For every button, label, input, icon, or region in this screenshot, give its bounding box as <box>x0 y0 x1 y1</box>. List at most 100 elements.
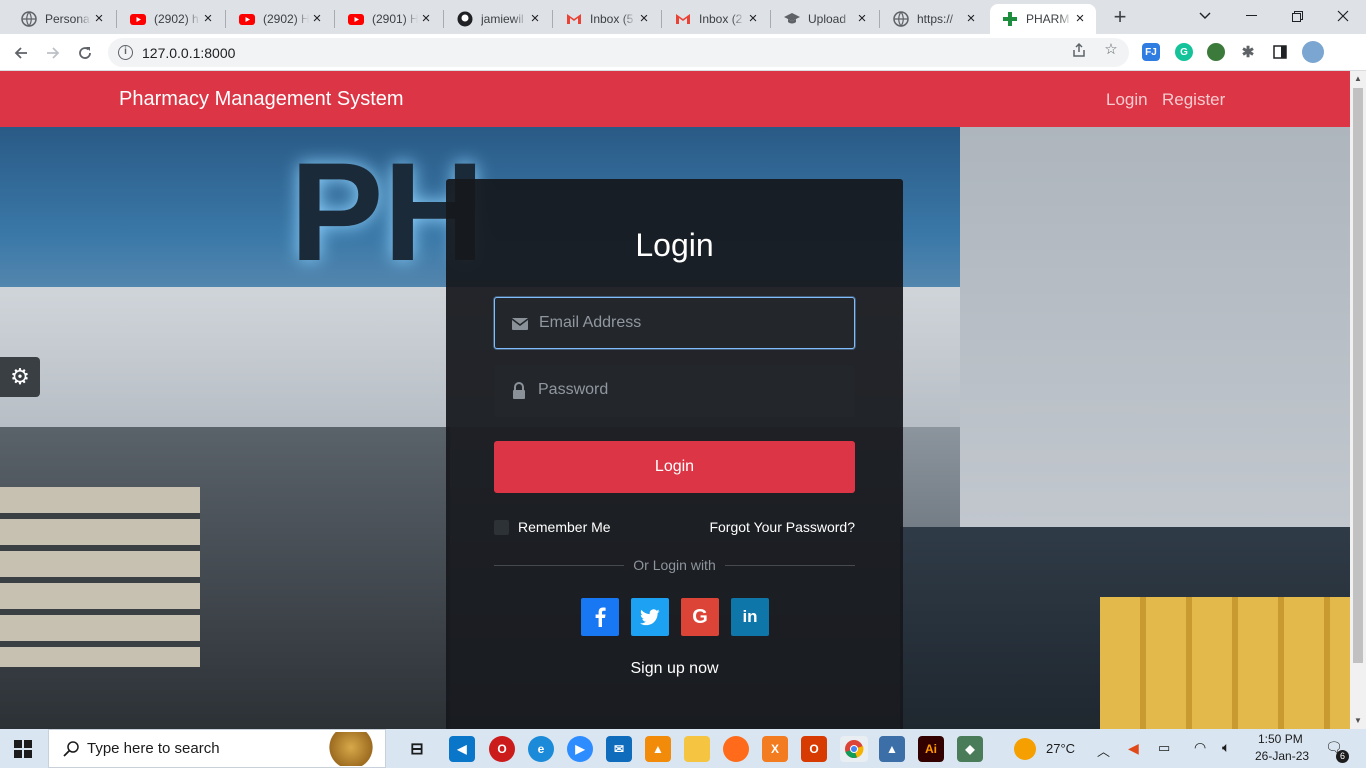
firefox-icon[interactable] <box>723 736 749 762</box>
restore-icon[interactable] <box>1274 0 1320 32</box>
browser-tab[interactable]: PHARM × <box>990 4 1096 34</box>
browser-tab[interactable]: Upload × <box>772 4 878 34</box>
close-tab-icon[interactable]: × <box>854 11 870 27</box>
login-submit-button[interactable]: Login <box>494 441 855 493</box>
task-view-icon[interactable]: ⊟ <box>404 736 430 762</box>
site-brand[interactable]: Pharmacy Management System <box>119 88 404 111</box>
file-explorer-icon[interactable] <box>684 736 710 762</box>
battery-icon[interactable]: ▭ <box>1158 740 1170 756</box>
scroll-up-arrow[interactable]: ▲ <box>1350 71 1366 87</box>
grammarly-icon[interactable]: G <box>1175 43 1193 61</box>
tab-title: (2901) H <box>372 12 418 26</box>
close-tab-icon[interactable]: × <box>963 11 979 27</box>
nav-login-link[interactable]: Login <box>1106 90 1148 110</box>
minimize-icon[interactable] <box>1228 0 1274 32</box>
wifi-icon[interactable]: ◠ <box>1194 739 1206 756</box>
browser-tab[interactable]: https:// × <box>881 4 987 34</box>
extensions-puzzle-icon[interactable]: ✱ <box>1239 43 1257 61</box>
browser-tab[interactable]: (2902) h × <box>118 4 224 34</box>
close-tab-icon[interactable]: × <box>91 11 107 27</box>
close-tab-icon[interactable]: × <box>1072 11 1088 27</box>
password-input[interactable] <box>538 365 838 415</box>
app-diamond-icon[interactable]: ◆ <box>957 736 983 762</box>
share-icon[interactable] <box>1071 42 1087 58</box>
linkedin-login-button[interactable]: in <box>731 598 769 636</box>
search-highlight-image[interactable] <box>327 732 375 766</box>
close-window-icon[interactable] <box>1320 0 1366 32</box>
signup-link[interactable]: Sign up now <box>446 660 903 678</box>
clock-date[interactable]: 26-Jan-23 <box>1255 749 1309 763</box>
remember-me-label[interactable]: Remember Me <box>518 519 611 535</box>
email-field[interactable] <box>494 297 855 349</box>
illustrator-icon[interactable]: Ai <box>918 736 944 762</box>
browser-tab[interactable]: Inbox (5 × <box>554 4 660 34</box>
vscode-icon[interactable]: ◀ <box>449 736 475 762</box>
mail-icon[interactable]: ✉ <box>606 736 632 762</box>
back-button[interactable] <box>8 40 34 66</box>
close-tab-icon[interactable]: × <box>527 11 543 27</box>
tray-app-icon[interactable]: ◀ <box>1128 740 1139 757</box>
browser-tab[interactable]: jamiewil × <box>445 4 551 34</box>
edge-icon[interactable]: e <box>528 736 554 762</box>
tab-separator <box>225 10 226 28</box>
youtube-icon <box>348 11 364 27</box>
address-bar[interactable]: i 127.0.0.1:8000 <box>108 38 1129 67</box>
nav-register-link[interactable]: Register <box>1162 90 1225 110</box>
photos-icon[interactable]: ▲ <box>879 736 905 762</box>
remember-me-checkbox[interactable]: Remember Me <box>494 519 611 535</box>
extension-fj-icon[interactable]: FJ <box>1142 43 1160 61</box>
tab-title: jamiewil <box>481 12 524 26</box>
url-text[interactable]: 127.0.0.1:8000 <box>142 45 235 61</box>
login-title: Login <box>635 227 714 263</box>
tab-search-icon[interactable] <box>1182 0 1228 32</box>
twitter-icon <box>640 608 660 625</box>
close-tab-icon[interactable]: × <box>636 11 652 27</box>
zoom-icon[interactable]: ▶ <box>567 736 593 762</box>
chrome-icon[interactable] <box>840 736 868 762</box>
volume-icon[interactable]: 🔈︎ <box>1222 739 1230 756</box>
office-icon[interactable]: O <box>801 736 827 762</box>
scroll-down-arrow[interactable]: ▼ <box>1350 713 1366 729</box>
windows-start-icon[interactable] <box>14 740 32 758</box>
taskbar-search-box[interactable]: Type here to search <box>48 729 386 768</box>
browser-tab[interactable]: Personal × <box>9 4 115 34</box>
password-field[interactable] <box>494 365 855 417</box>
close-tab-icon[interactable]: × <box>418 11 434 27</box>
opera-icon[interactable]: O <box>489 736 515 762</box>
settings-gear-icon[interactable]: ⚙ <box>0 357 40 397</box>
close-tab-icon[interactable]: × <box>200 11 216 27</box>
close-tab-icon[interactable]: × <box>309 11 325 27</box>
vlc-icon[interactable]: ▲ <box>645 736 671 762</box>
reload-button[interactable] <box>72 40 98 66</box>
new-tab-button[interactable]: + <box>1108 6 1132 30</box>
checkbox-box[interactable] <box>494 519 509 535</box>
weather-temperature[interactable]: 27°C <box>1046 741 1075 756</box>
close-tab-icon[interactable]: × <box>745 11 761 27</box>
facebook-login-button[interactable] <box>581 598 619 636</box>
side-panel-icon[interactable] <box>1271 43 1289 61</box>
email-input[interactable] <box>539 298 839 348</box>
forgot-password-link[interactable]: Forgot Your Password? <box>709 519 855 535</box>
google-login-button[interactable]: G <box>681 598 719 636</box>
twitter-login-button[interactable] <box>631 598 669 636</box>
pharmacy-sign-letters: PH <box>290 133 485 290</box>
scrollbar-thumb[interactable] <box>1353 88 1363 663</box>
xampp-icon[interactable]: X <box>762 736 788 762</box>
tab-separator <box>443 10 444 28</box>
weather-sun-icon[interactable] <box>1014 738 1036 760</box>
tray-overflow-icon[interactable]: ︿ <box>1097 741 1110 760</box>
browser-tab[interactable]: (2902) H × <box>227 4 333 34</box>
tab-separator <box>661 10 662 28</box>
browser-tab[interactable]: Inbox (2 × <box>663 4 769 34</box>
bookmark-star-icon[interactable]: ☆ <box>1103 42 1119 58</box>
profile-avatar[interactable] <box>1302 41 1324 63</box>
taskbar-search-placeholder[interactable]: Type here to search <box>87 740 220 757</box>
page-scrollbar[interactable]: ▲ ▼ <box>1350 71 1366 729</box>
site-info-icon[interactable]: i <box>118 45 133 60</box>
left-shelf-products <box>0 487 200 667</box>
extension-globe-icon[interactable] <box>1207 43 1225 61</box>
forward-button[interactable] <box>40 40 66 66</box>
browser-tab-strip: Personal × (2902) h × (2902) H × (2901) H × jami… <box>0 0 1366 34</box>
clock-time[interactable]: 1:50 PM <box>1258 732 1303 746</box>
browser-tab[interactable]: (2901) H × <box>336 4 442 34</box>
